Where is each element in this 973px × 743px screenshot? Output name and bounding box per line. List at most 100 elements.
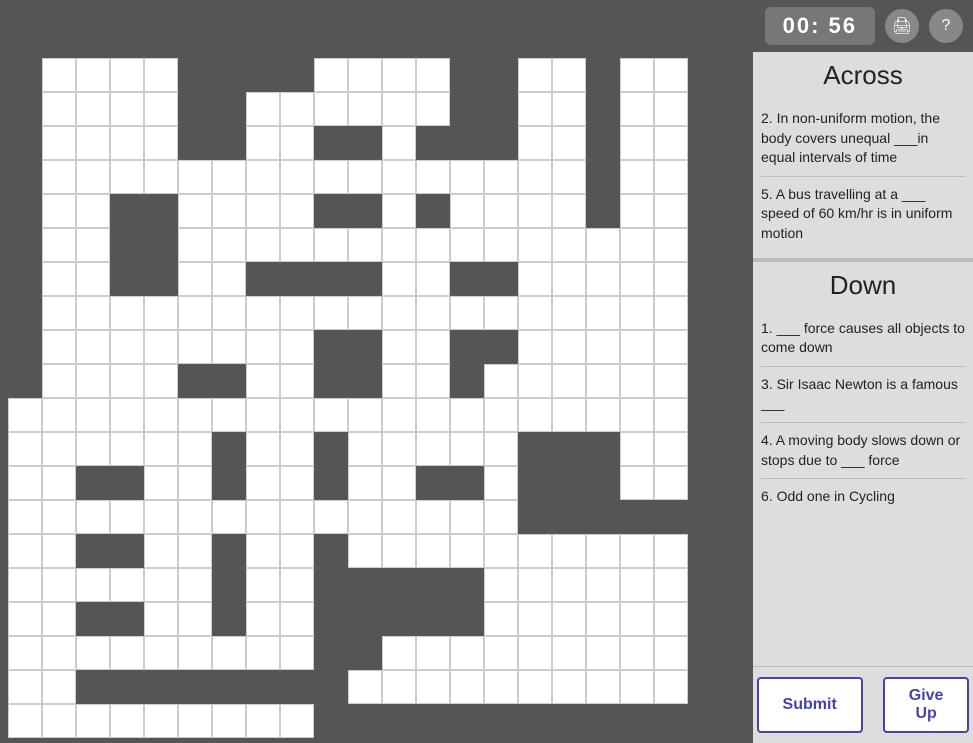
cell-1-3[interactable] <box>110 92 144 126</box>
cell-13-3[interactable] <box>110 500 144 534</box>
cell-17-13[interactable] <box>450 636 484 670</box>
cell-6-16[interactable] <box>552 262 586 296</box>
cell-4-16[interactable] <box>552 194 586 228</box>
cell-12-19[interactable] <box>654 466 688 500</box>
cell-7-12[interactable] <box>416 296 450 330</box>
cell-3-10[interactable] <box>348 160 382 194</box>
cell-17-4[interactable] <box>144 636 178 670</box>
cell-9-15[interactable] <box>518 364 552 398</box>
cell-3-6[interactable] <box>212 160 246 194</box>
cell-3-8[interactable] <box>280 160 314 194</box>
cell-17-18[interactable] <box>620 636 654 670</box>
cell-13-14[interactable] <box>484 500 518 534</box>
cell-0-19[interactable] <box>654 58 688 92</box>
cell-2-2[interactable] <box>76 126 110 160</box>
cell-11-3[interactable] <box>110 432 144 466</box>
cell-17-8[interactable] <box>280 636 314 670</box>
cell-15-8[interactable] <box>280 568 314 602</box>
cell-3-2[interactable] <box>76 160 110 194</box>
cell-7-5[interactable] <box>178 296 212 330</box>
cell-6-5[interactable] <box>178 262 212 296</box>
cell-19-3[interactable] <box>110 704 144 738</box>
cell-13-9[interactable] <box>314 500 348 534</box>
cell-8-15[interactable] <box>518 330 552 364</box>
cell-11-13[interactable] <box>450 432 484 466</box>
cell-3-18[interactable] <box>620 160 654 194</box>
cell-3-4[interactable] <box>144 160 178 194</box>
cell-14-1[interactable] <box>42 534 76 568</box>
cell-6-1[interactable] <box>42 262 76 296</box>
cell-11-10[interactable] <box>348 432 382 466</box>
cell-16-8[interactable] <box>280 602 314 636</box>
cell-2-4[interactable] <box>144 126 178 160</box>
cell-13-6[interactable] <box>212 500 246 534</box>
cell-3-1[interactable] <box>42 160 76 194</box>
cell-16-14[interactable] <box>484 602 518 636</box>
cell-6-6[interactable] <box>212 262 246 296</box>
cell-11-8[interactable] <box>280 432 314 466</box>
cell-2-7[interactable] <box>246 126 280 160</box>
cell-1-10[interactable] <box>348 92 382 126</box>
cell-0-1[interactable] <box>42 58 76 92</box>
cell-8-12[interactable] <box>416 330 450 364</box>
cell-10-1[interactable] <box>42 398 76 432</box>
cell-7-9[interactable] <box>314 296 348 330</box>
cell-5-15[interactable] <box>518 228 552 262</box>
cell-9-16[interactable] <box>552 364 586 398</box>
cell-15-14[interactable] <box>484 568 518 602</box>
cell-10-6[interactable] <box>212 398 246 432</box>
submit-button[interactable]: Submit <box>757 677 863 733</box>
cell-16-19[interactable] <box>654 602 688 636</box>
cell-9-8[interactable] <box>280 364 314 398</box>
cell-19-6[interactable] <box>212 704 246 738</box>
down-clue-1[interactable]: 1. ___ force causes all objects to come … <box>761 311 965 367</box>
cell-11-0[interactable] <box>8 432 42 466</box>
cell-14-8[interactable] <box>280 534 314 568</box>
cell-18-14[interactable] <box>484 670 518 704</box>
cell-10-2[interactable] <box>76 398 110 432</box>
down-clue-3[interactable]: 3. Sir Isaac Newton is a famous ___ <box>761 367 965 423</box>
cell-8-18[interactable] <box>620 330 654 364</box>
cell-5-13[interactable] <box>450 228 484 262</box>
cell-0-2[interactable] <box>76 58 110 92</box>
cell-8-2[interactable] <box>76 330 110 364</box>
cell-6-17[interactable] <box>586 262 620 296</box>
cell-5-16[interactable] <box>552 228 586 262</box>
cell-17-11[interactable] <box>382 636 416 670</box>
cell-11-14[interactable] <box>484 432 518 466</box>
cell-18-0[interactable] <box>8 670 42 704</box>
cell-8-17[interactable] <box>586 330 620 364</box>
cell-12-0[interactable] <box>8 466 42 500</box>
print-button[interactable]: 🖨 <box>885 9 919 43</box>
cell-7-16[interactable] <box>552 296 586 330</box>
cell-10-19[interactable] <box>654 398 688 432</box>
cell-6-15[interactable] <box>518 262 552 296</box>
across-clue-2[interactable]: 2. In non-uniform motion, the body cover… <box>761 101 965 177</box>
cell-10-10[interactable] <box>348 398 382 432</box>
cell-8-7[interactable] <box>246 330 280 364</box>
cell-18-11[interactable] <box>382 670 416 704</box>
cell-10-9[interactable] <box>314 398 348 432</box>
cell-17-1[interactable] <box>42 636 76 670</box>
cell-16-4[interactable] <box>144 602 178 636</box>
cell-8-6[interactable] <box>212 330 246 364</box>
cell-13-10[interactable] <box>348 500 382 534</box>
cell-0-12[interactable] <box>416 58 450 92</box>
cell-4-15[interactable] <box>518 194 552 228</box>
cell-7-7[interactable] <box>246 296 280 330</box>
cell-5-19[interactable] <box>654 228 688 262</box>
cell-15-0[interactable] <box>8 568 42 602</box>
cell-12-8[interactable] <box>280 466 314 500</box>
cell-15-5[interactable] <box>178 568 212 602</box>
cell-16-7[interactable] <box>246 602 280 636</box>
cell-7-14[interactable] <box>484 296 518 330</box>
cell-9-14[interactable] <box>484 364 518 398</box>
cell-15-3[interactable] <box>110 568 144 602</box>
cell-8-19[interactable] <box>654 330 688 364</box>
cell-14-14[interactable] <box>484 534 518 568</box>
cell-17-5[interactable] <box>178 636 212 670</box>
cell-16-1[interactable] <box>42 602 76 636</box>
cell-0-4[interactable] <box>144 58 178 92</box>
cell-9-19[interactable] <box>654 364 688 398</box>
cell-11-12[interactable] <box>416 432 450 466</box>
